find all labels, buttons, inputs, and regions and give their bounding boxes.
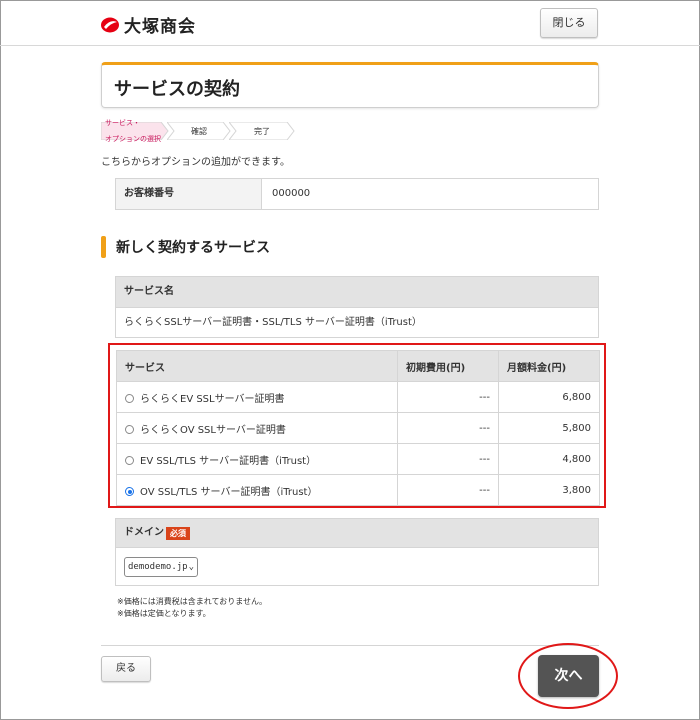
customer-number-label: お客様番号 (116, 179, 262, 209)
initial-fee-cell: --- (397, 443, 499, 475)
service-option-cell[interactable]: OV SSL/TLS サーバー証明書（iTrust） (116, 474, 398, 506)
initial-fee-cell: --- (397, 381, 499, 413)
monthly-fee-cell: 4,800 (498, 443, 600, 475)
back-button[interactable]: 戻る (101, 656, 151, 682)
initial-fee-cell: --- (397, 474, 499, 506)
service-option-label: EV SSL/TLS サーバー証明書（iTrust） (140, 455, 317, 467)
close-button[interactable]: 閉じる (540, 8, 598, 38)
domain-select-value: demodemo.jp (128, 562, 188, 572)
domain-label: ドメイン (124, 527, 164, 538)
radio-button[interactable] (125, 425, 134, 434)
step-indicator: サービス・オプションの選択 確認 完了 (101, 119, 295, 143)
col-header-initial-fee: 初期費用(円) (397, 350, 499, 382)
monthly-fee-cell: 5,800 (498, 412, 600, 444)
customer-number-table: お客様番号 000000 (115, 178, 599, 210)
page-title: サービスの契約 (114, 79, 240, 100)
service-option-cell[interactable]: らくらくOV SSLサーバー証明書 (116, 412, 398, 444)
col-header-service: サービス (116, 350, 398, 382)
table-row[interactable]: らくらくEV SSLサーバー証明書 --- 6,800 (116, 381, 600, 413)
domain-header: ドメイン 必須 (115, 518, 599, 548)
domain-select[interactable]: demodemo.jp ⌄ (124, 557, 198, 577)
highlight-ellipse (518, 643, 618, 709)
col-header-monthly-fee: 月額料金(円) (498, 350, 600, 382)
logo: 大塚商会 (100, 12, 196, 37)
customer-number-value: 000000 (272, 188, 311, 199)
step-1-label-line2: オプションの選択 (105, 135, 161, 143)
step-2-label: 確認 (191, 126, 207, 136)
service-name-value: らくらくSSLサーバー証明書・SSL/TLS サーバー証明書（iTrust） (115, 308, 599, 338)
step-1-label-line1: サービス・ (105, 119, 140, 127)
table-row[interactable]: OV SSL/TLS サーバー証明書（iTrust） --- 3,800 (116, 474, 600, 506)
section-heading: 新しく契約するサービス (101, 236, 270, 258)
page-description: こちらからオプションの追加ができます。 (101, 157, 290, 168)
monthly-fee-cell: 6,800 (498, 381, 600, 413)
service-name-header: サービス名 (115, 276, 599, 308)
header: 大塚商会 閉じる (0, 0, 700, 46)
radio-button[interactable] (125, 394, 134, 403)
logo-text: 大塚商会 (124, 17, 196, 37)
step-3-label: 完了 (254, 126, 270, 136)
note-tax: ※価格には消費税は含まれておりません。 (117, 597, 267, 606)
service-option-label: らくらくOV SSLサーバー証明書 (140, 424, 286, 436)
step-complete: 完了 (229, 122, 295, 140)
required-badge: 必須 (166, 526, 190, 540)
note-list-price: ※価格は定価となります。 (117, 609, 211, 618)
domain-body: demodemo.jp ⌄ (115, 548, 599, 586)
table-row[interactable]: EV SSL/TLS サーバー証明書（iTrust） --- 4,800 (116, 443, 600, 475)
table-row[interactable]: らくらくOV SSLサーバー証明書 --- 5,800 (116, 412, 600, 444)
radio-button-selected[interactable] (125, 487, 134, 496)
step-service-select: サービス・オプションの選択 (101, 119, 169, 143)
service-option-cell[interactable]: らくらくEV SSLサーバー証明書 (116, 381, 398, 413)
section-title: 新しく契約するサービス (116, 240, 270, 256)
page-title-box: サービスの契約 (101, 62, 599, 108)
service-option-label: らくらくEV SSLサーバー証明書 (140, 393, 285, 405)
section-accent-bar (101, 236, 106, 258)
monthly-fee-cell: 3,800 (498, 474, 600, 506)
service-option-cell[interactable]: EV SSL/TLS サーバー証明書（iTrust） (116, 443, 398, 475)
service-option-label: OV SSL/TLS サーバー証明書（iTrust） (140, 486, 318, 498)
service-table: サービス 初期費用(円) 月額料金(円) らくらくEV SSLサーバー証明書 -… (116, 350, 600, 506)
step-confirm: 確認 (167, 122, 231, 140)
chevron-down-icon: ⌄ (188, 562, 194, 572)
radio-button[interactable] (125, 456, 134, 465)
initial-fee-cell: --- (397, 412, 499, 444)
logo-mark-icon (101, 17, 119, 32)
divider (101, 645, 599, 646)
service-table-header-row: サービス 初期費用(円) 月額料金(円) (116, 350, 600, 382)
